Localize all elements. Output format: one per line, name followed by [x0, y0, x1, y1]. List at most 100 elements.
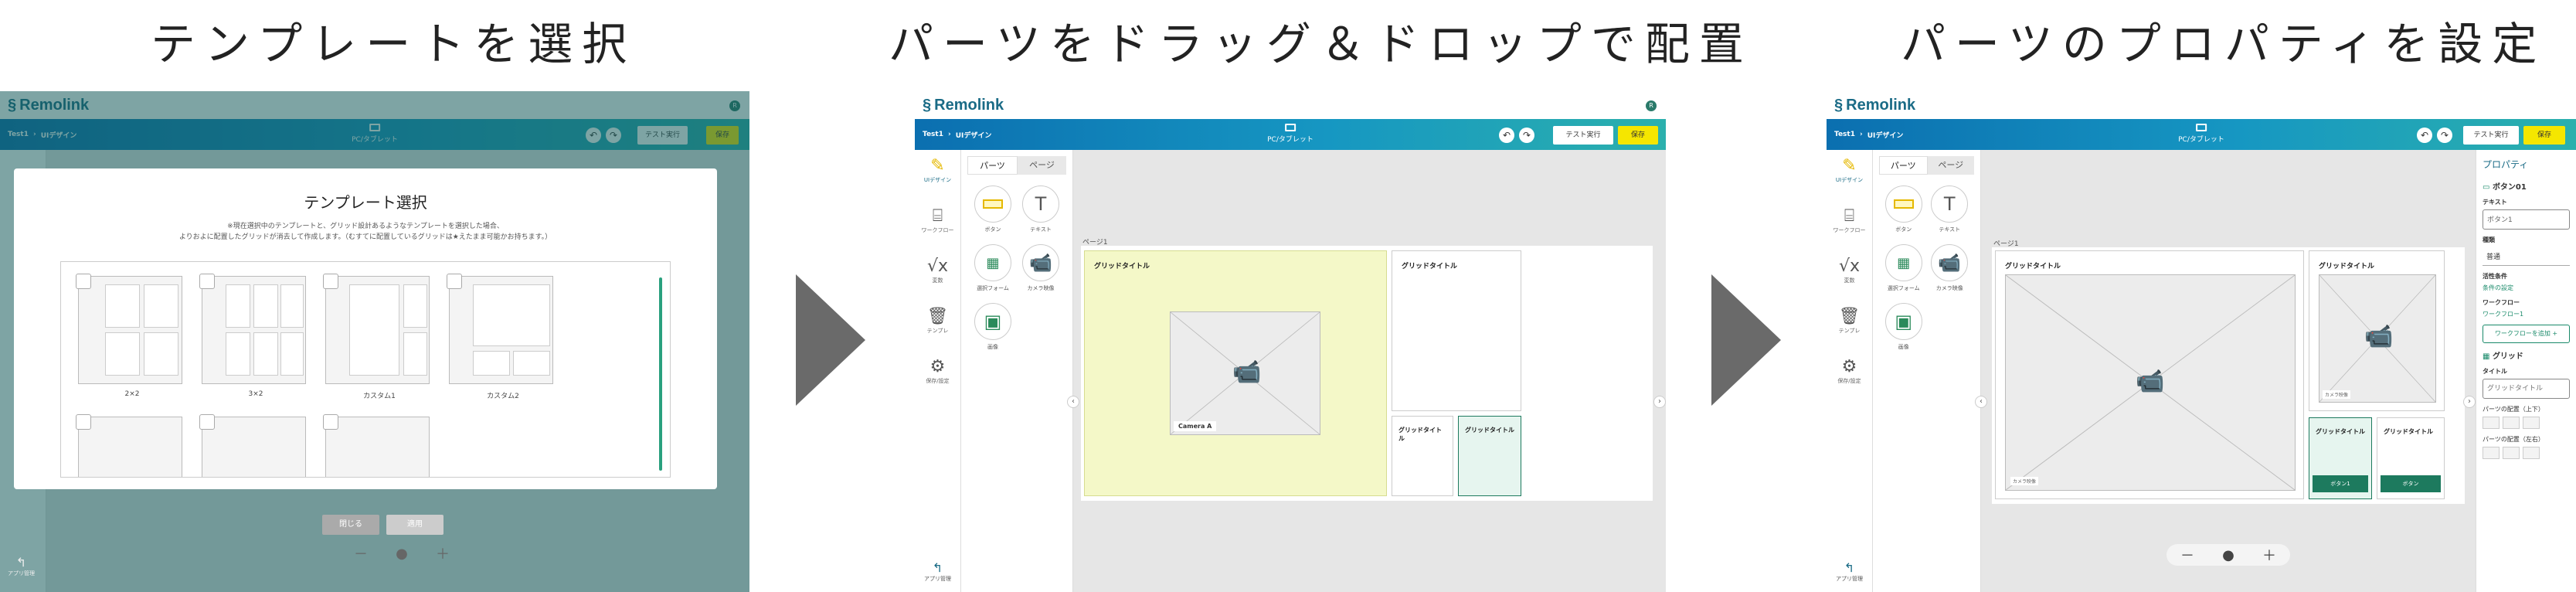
- grid-panel-small-2-selected[interactable]: グリッドタイトル: [1458, 416, 1521, 496]
- avatar[interactable]: R: [1646, 100, 1657, 111]
- align-horizontal-label: パーツの配置（左右）: [2483, 436, 2544, 443]
- nav-settings[interactable]: ⚙ 保存/設定: [915, 351, 960, 401]
- nav-template[interactable]: 🗑 テンプレ: [1827, 301, 1872, 351]
- nav-template[interactable]: 🗑 テンプレ: [915, 301, 960, 351]
- grid-panel-right-top[interactable]: グリッドタイトル 📹 カメラ映像: [2309, 250, 2445, 411]
- align-right-button[interactable]: [2523, 447, 2540, 459]
- nav-settings[interactable]: ⚙ 保存/設定: [1827, 351, 1872, 401]
- part-select-form[interactable]: ▦ 選択フォーム: [1881, 244, 1927, 292]
- test-run-button[interactable]: テスト実行: [2463, 126, 2519, 145]
- nav-variables[interactable]: √x 変数: [915, 250, 960, 301]
- redo-button[interactable]: ↷: [1519, 128, 1534, 143]
- grid-panel-right-top[interactable]: グリッドタイトル: [1392, 250, 1521, 411]
- nav-ui-design[interactable]: ✎ UIデザイン: [1827, 150, 1872, 200]
- part-camera[interactable]: 📹 カメラ映像: [1017, 244, 1065, 292]
- template-checkbox[interactable]: [76, 274, 91, 289]
- zoom-in-button[interactable]: ＋: [2262, 545, 2276, 565]
- right-panel-toggle[interactable]: ›: [2463, 396, 2476, 408]
- align-top-button[interactable]: [2483, 417, 2500, 429]
- zoom-out-button[interactable]: －: [2180, 545, 2194, 565]
- template-custom2[interactable]: カスタム2: [447, 274, 557, 400]
- template-2x2[interactable]: 2×2: [76, 274, 186, 398]
- grid-button[interactable]: ボタン: [2381, 475, 2441, 492]
- zoom-slider[interactable]: ●: [2222, 547, 2234, 563]
- align-left-button[interactable]: [2483, 447, 2500, 459]
- nav-back[interactable]: ↰ アプリ管理: [1827, 560, 1872, 583]
- template-row2-3[interactable]: [323, 414, 433, 477]
- part-button[interactable]: ボタン: [969, 185, 1017, 233]
- grid-panel-button[interactable]: グリッドタイトル ボタン: [2377, 417, 2445, 499]
- template-checkbox[interactable]: [447, 274, 462, 289]
- device-mode[interactable]: PC/タブレット: [2178, 124, 2224, 144]
- template-row2-1[interactable]: [76, 414, 186, 477]
- grid-panel-main[interactable]: グリッドタイトル 📹 カメラ映像: [1995, 250, 2304, 499]
- tab-pages[interactable]: ページ: [1018, 156, 1066, 175]
- test-run-button[interactable]: テスト実行: [1553, 126, 1613, 145]
- undo-button[interactable]: ↶: [2417, 128, 2432, 143]
- template-checkbox[interactable]: [323, 414, 338, 430]
- template-custom1[interactable]: カスタム1: [323, 274, 433, 400]
- workflow-link[interactable]: ワークフロー1: [2483, 310, 2570, 318]
- grid-panel-main[interactable]: グリッドタイトル 📹 Camera A: [1084, 250, 1387, 496]
- save-button[interactable]: 保存: [2523, 126, 2565, 145]
- nav-workflow[interactable]: ⌸ ワークフロー: [1827, 200, 1872, 250]
- modal-apply-button[interactable]: 適用: [386, 515, 443, 535]
- undo-button[interactable]: ↶: [1499, 128, 1514, 143]
- nav-back[interactable]: ↰ アプリ管理: [8, 555, 35, 577]
- tab-parts[interactable]: パーツ: [1879, 156, 1928, 175]
- template-checkbox[interactable]: [199, 414, 215, 430]
- nav-ui-design[interactable]: ✎ UIデザイン: [915, 150, 960, 200]
- active-condition-link[interactable]: 条件の設定: [2483, 284, 2570, 292]
- part-button[interactable]: ボタン: [1881, 185, 1927, 233]
- right-panel-toggle[interactable]: ›: [1653, 396, 1666, 408]
- part-image[interactable]: ▣ 画像: [1881, 303, 1927, 351]
- part-text[interactable]: T テキスト: [1927, 185, 1973, 233]
- zoom-out-button[interactable]: －: [354, 543, 368, 563]
- app-header: § Remolink: [1827, 91, 2576, 119]
- camera-placeholder[interactable]: 📹 Camera A: [1170, 311, 1320, 435]
- zoom-in-button[interactable]: ＋: [436, 543, 450, 563]
- part-image[interactable]: ▣ 画像: [969, 303, 1017, 351]
- save-button[interactable]: 保存: [1618, 126, 1658, 145]
- part-camera[interactable]: 📹 カメラ映像: [1927, 244, 1973, 292]
- breadcrumb-project[interactable]: Test1: [1834, 131, 1855, 138]
- tab-parts[interactable]: パーツ: [967, 156, 1018, 175]
- nav-workflow[interactable]: ⌸ ワークフロー: [915, 200, 960, 250]
- settings-icon: ⚙: [929, 357, 946, 376]
- camera-label: Camera A: [1174, 421, 1217, 431]
- template-row2-2[interactable]: [199, 414, 310, 477]
- camera-icon: 📹: [2136, 368, 2165, 395]
- camera-placeholder[interactable]: 📹 カメラ映像: [2005, 274, 2296, 491]
- sqrt-icon: √x: [926, 257, 949, 276]
- left-panel-toggle[interactable]: ‹: [1975, 396, 1987, 408]
- align-center-button[interactable]: [2503, 447, 2520, 459]
- add-workflow-button[interactable]: ワークフローを追加 +: [2483, 325, 2570, 343]
- template-3x2[interactable]: 3×2: [199, 274, 310, 398]
- zoom-slider[interactable]: ●: [396, 546, 408, 562]
- redo-button[interactable]: ↷: [2437, 128, 2452, 143]
- align-middle-button[interactable]: [2503, 417, 2520, 429]
- align-bottom-button[interactable]: [2523, 417, 2540, 429]
- grid-button[interactable]: ボタン1: [2313, 475, 2368, 492]
- tab-pages[interactable]: ページ: [1927, 156, 1974, 175]
- grid-panel-button-selected[interactable]: グリッドタイトル ボタン1: [2309, 417, 2372, 499]
- device-mode-label: PC/タブレット: [1267, 136, 1313, 144]
- text-input[interactable]: ボタン1: [2483, 209, 2570, 230]
- modal-close-button[interactable]: 閉じる: [322, 515, 379, 535]
- template-scrollbar[interactable]: [659, 277, 662, 471]
- grid-title-input[interactable]: [2483, 379, 2570, 399]
- type-select[interactable]: 普通: [2483, 247, 2570, 266]
- template-checkbox[interactable]: [199, 274, 215, 289]
- left-panel-toggle[interactable]: ‹: [1067, 396, 1079, 408]
- template-checkbox[interactable]: [76, 414, 91, 430]
- device-mode[interactable]: PC/タブレット: [1267, 124, 1313, 144]
- grid-panel-small-1[interactable]: グリッドタイトル: [1392, 416, 1453, 496]
- nav-back[interactable]: ↰ アプリ管理: [915, 560, 960, 583]
- breadcrumb-project[interactable]: Test1: [923, 131, 943, 138]
- nav-variables[interactable]: √x 変数: [1827, 250, 1872, 301]
- part-select-form[interactable]: ▦ 選択フォーム: [969, 244, 1017, 292]
- camera-placeholder[interactable]: 📹 カメラ映像: [2319, 274, 2436, 403]
- template-checkbox[interactable]: [323, 274, 338, 289]
- button-icon: [974, 185, 1011, 223]
- part-text[interactable]: T テキスト: [1017, 185, 1065, 233]
